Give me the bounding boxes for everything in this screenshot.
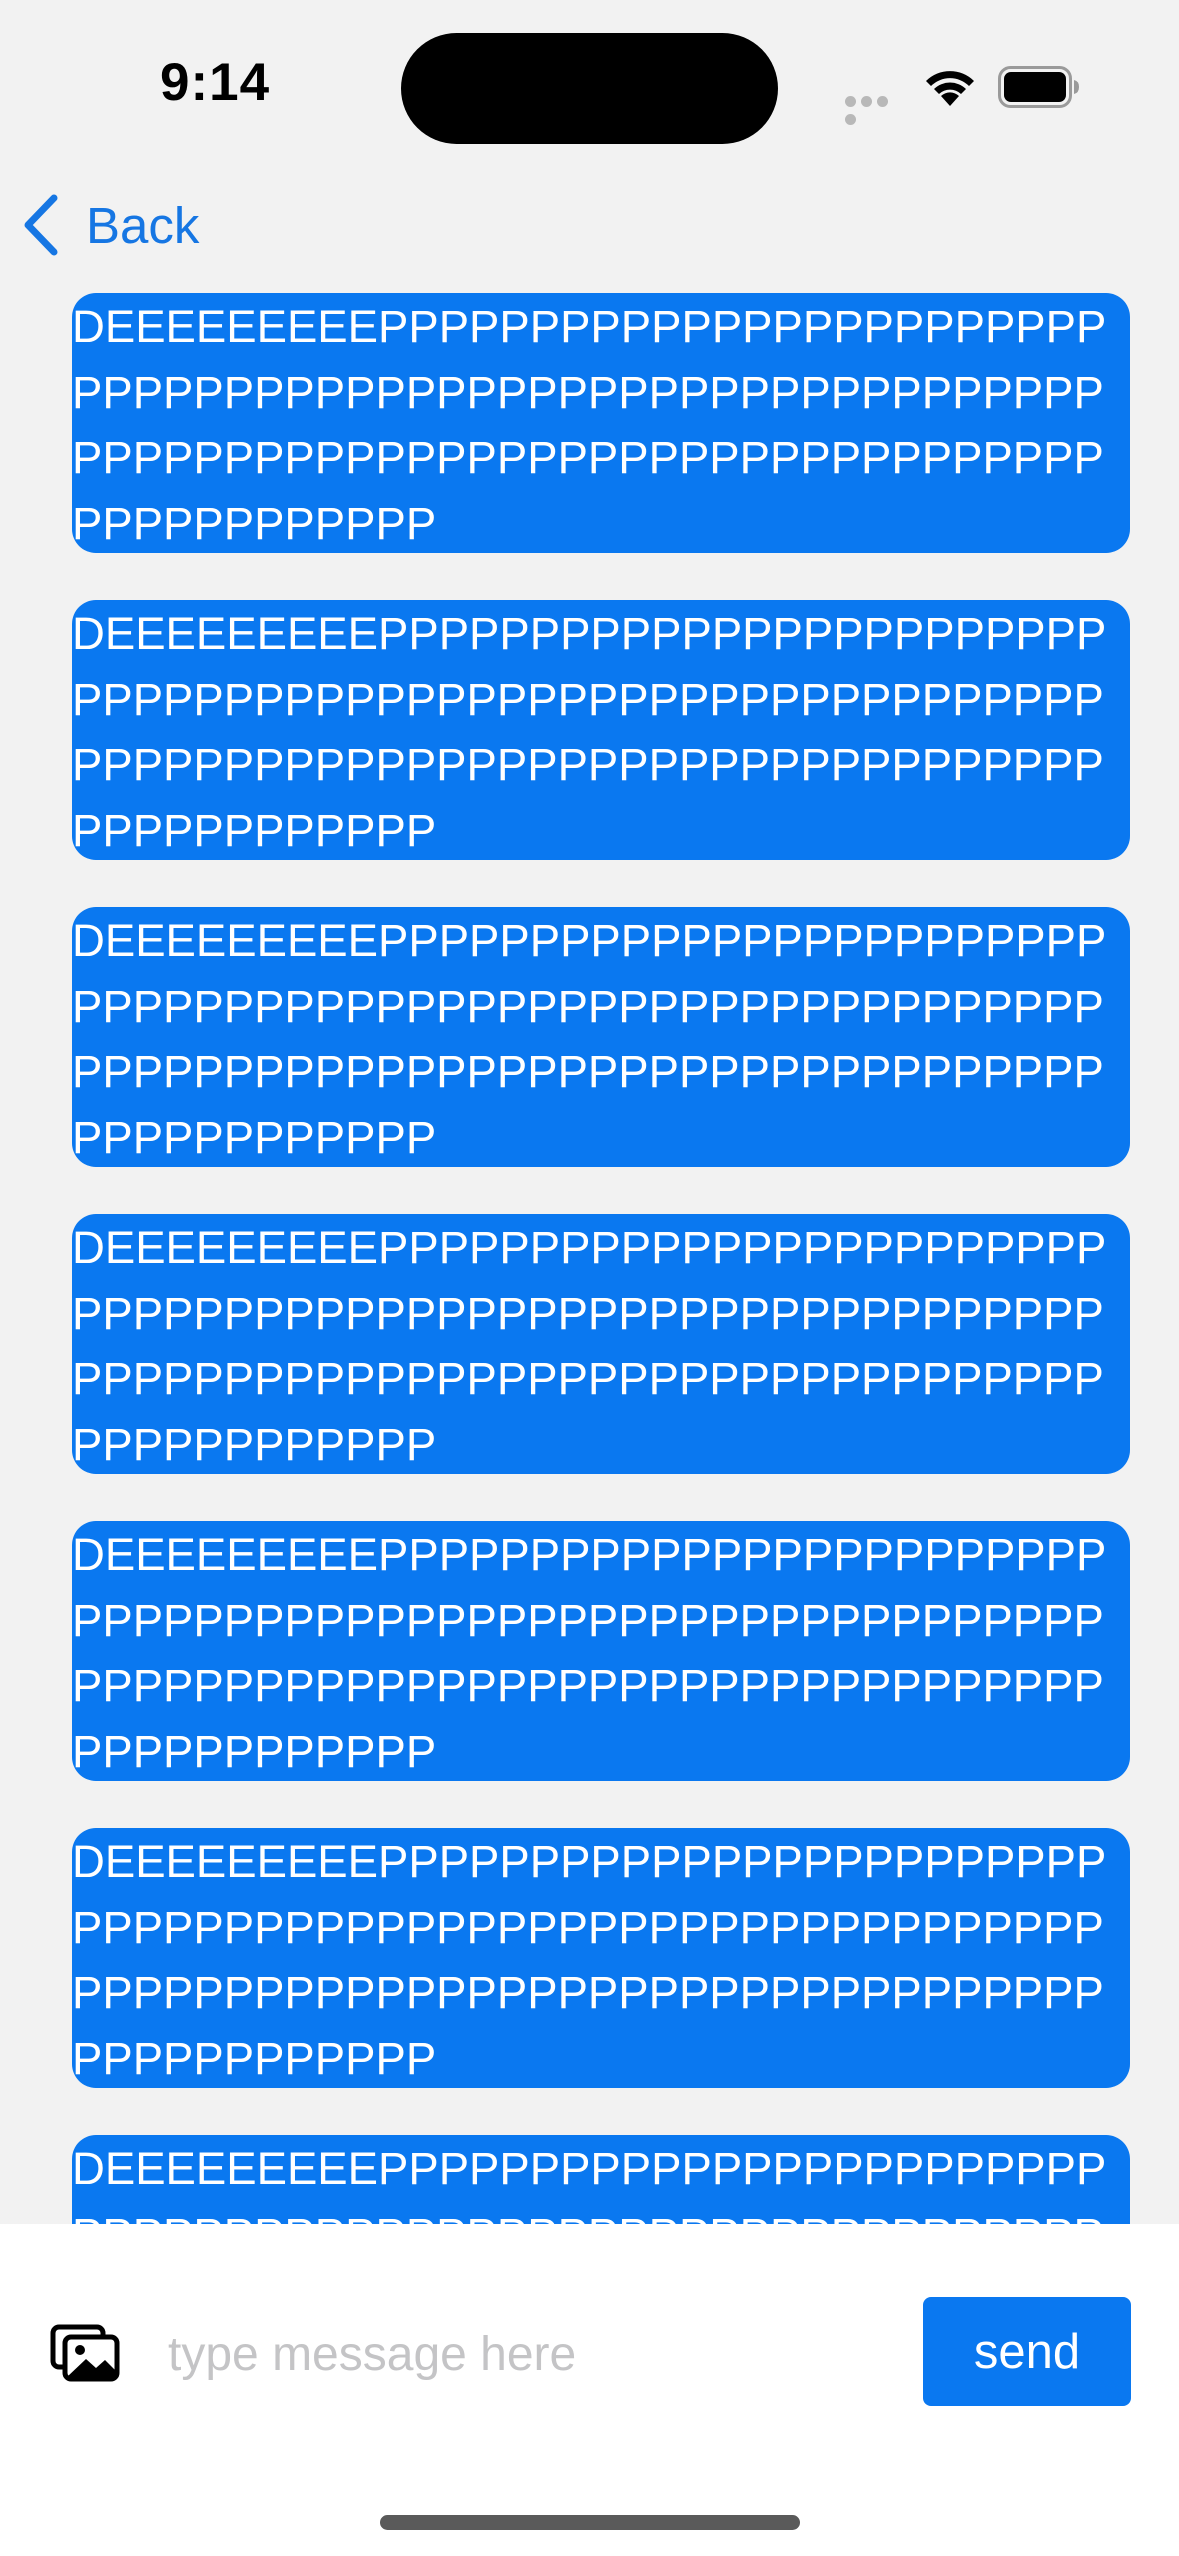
status-time: 9:14	[160, 53, 271, 112]
message-composer: send	[0, 2224, 1179, 2556]
back-label: Back	[86, 196, 200, 254]
dynamic-island	[401, 33, 778, 144]
message-bubble[interactable]: DEEEEEEEEEPPPPPPPPPPPPPPPPPPPPPPPPPPPPPP…	[72, 1521, 1130, 1781]
send-button[interactable]: send	[923, 2297, 1131, 2406]
photo-gallery-icon[interactable]	[50, 2324, 120, 2382]
message-list[interactable]: DEEEEEEEEEPPPPPPPPPPPPPPPPPPPPPPPPPPPPPP…	[0, 292, 1179, 2224]
home-indicator[interactable]	[380, 2515, 800, 2530]
message-bubble[interactable]: DEEEEEEEEEPPPPPPPPPPPPPPPPPPPPPPPPPPPPPP…	[72, 1214, 1130, 1474]
battery-icon	[998, 66, 1079, 108]
chevron-left-icon	[24, 194, 58, 256]
message-bubble[interactable]: DEEEEEEEEEPPPPPPPPPPPPPPPPPPPPPPPPPPPPPP…	[72, 1828, 1130, 2088]
cellular-signal-icon	[845, 94, 907, 125]
message-bubble[interactable]: DEEEEEEEEEPPPPPPPPPPPPPPPPPPPPPPPPPPPPPP…	[72, 907, 1130, 1167]
message-input[interactable]	[168, 2314, 868, 2394]
message-bubble[interactable]: DEEEEEEEEEPPPPPPPPPPPPPPPPPPPPPPPPPPPPPP…	[72, 600, 1130, 860]
back-button[interactable]: Back	[20, 190, 199, 260]
wifi-icon	[926, 71, 974, 106]
message-bubble[interactable]: DEEEEEEEEEPPPPPPPPPPPPPPPPPPPPPPPPPPPPPP…	[72, 2135, 1130, 2224]
status-bar: 9:14	[0, 0, 1179, 170]
message-bubble[interactable]: DEEEEEEEEEPPPPPPPPPPPPPPPPPPPPPPPPPPPPPP…	[72, 293, 1130, 553]
